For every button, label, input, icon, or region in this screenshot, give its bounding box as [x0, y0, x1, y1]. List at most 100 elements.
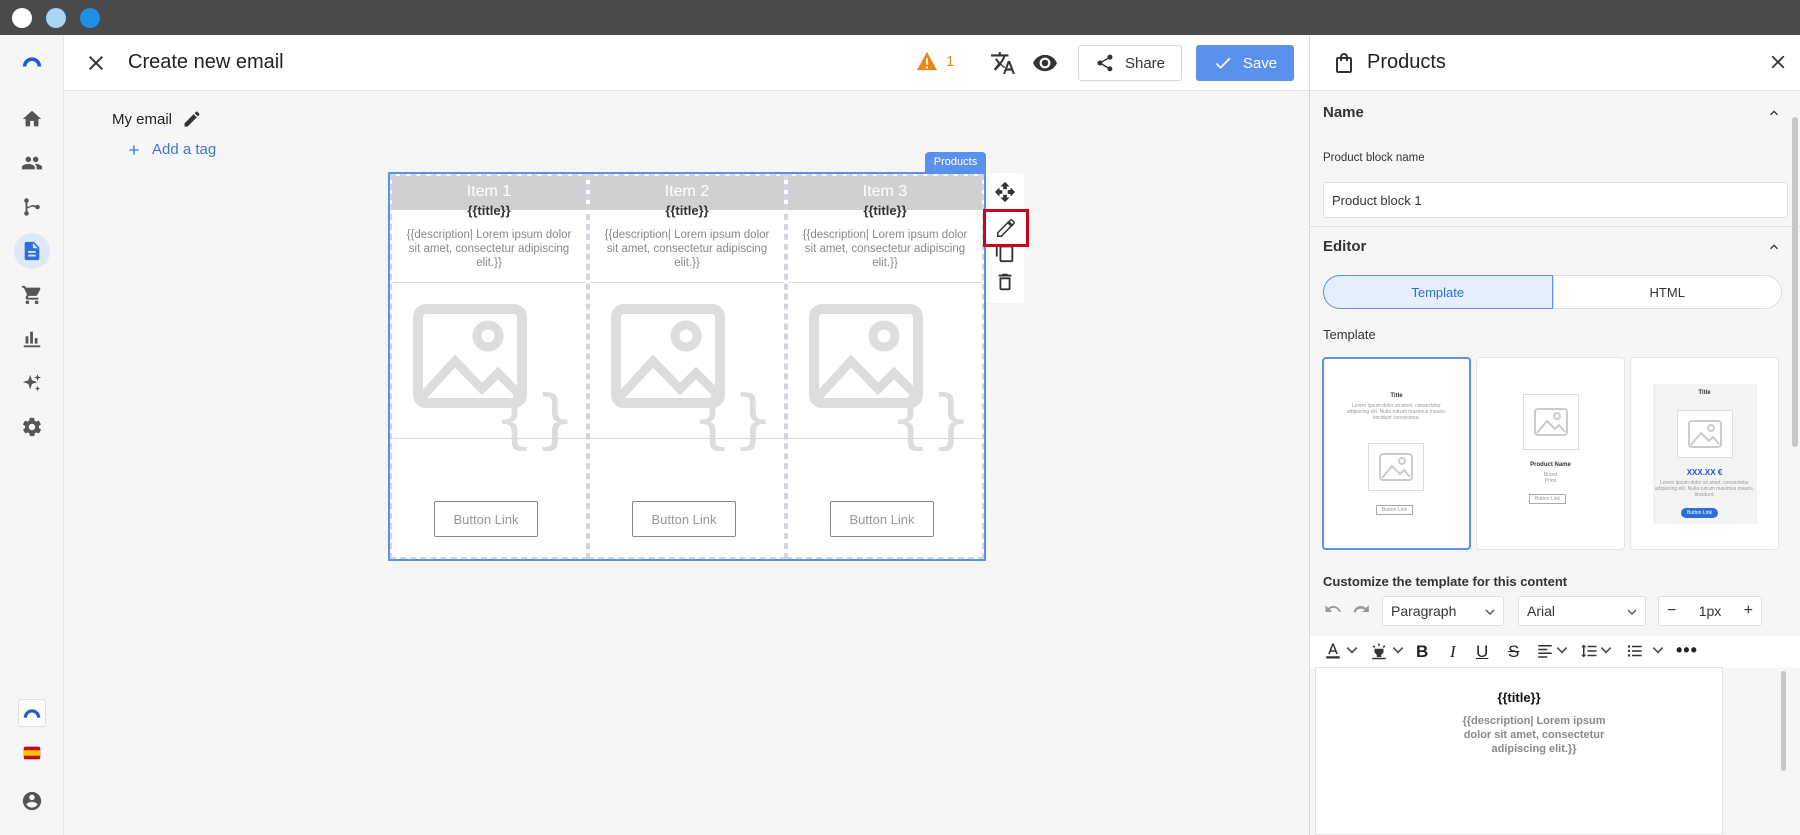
bullet-list-icon[interactable] [1626, 642, 1644, 660]
product-button-link[interactable]: Button Link [632, 501, 736, 537]
tab-html[interactable]: HTML [1552, 275, 1782, 309]
bold-icon[interactable]: B [1416, 642, 1428, 662]
product-column-1[interactable]: Item 1 {{title}} {{description| Lorem ip… [390, 174, 588, 559]
edit-pencil-icon [997, 219, 1015, 237]
save-button[interactable]: Save [1196, 45, 1294, 81]
font-family-select[interactable]: Arial [1518, 596, 1646, 626]
column-divider [590, 282, 784, 283]
tab-template[interactable]: Template [1323, 275, 1553, 309]
share-icon [1097, 54, 1113, 72]
ai-sparkle-icon[interactable] [18, 369, 46, 397]
product-button-link[interactable]: Button Link [830, 501, 934, 537]
panel-scrollbar[interactable] [1792, 117, 1798, 447]
close-editor-icon[interactable] [84, 51, 108, 75]
name-section-title[interactable]: Name [1323, 104, 1364, 121]
close-panel-icon[interactable] [1767, 51, 1789, 73]
collapse-editor-chevron-icon[interactable] [1766, 239, 1782, 255]
product-title-placeholder: {{title}} [467, 203, 511, 218]
line-height-icon[interactable] [1580, 642, 1598, 660]
font-size-value: 1px [1698, 603, 1722, 619]
undo-icon[interactable] [1324, 600, 1342, 618]
save-label: Save [1242, 54, 1278, 72]
campaigns-icon[interactable] [14, 233, 50, 269]
product-button-link[interactable]: Button Link [434, 501, 538, 537]
template-title: Title [1698, 390, 1711, 396]
home-icon[interactable] [18, 105, 46, 133]
chevron-down-icon[interactable] [1652, 644, 1664, 656]
products-settings-panel: Products Name Product block name Editor … [1309, 35, 1800, 835]
preview-eye-icon[interactable] [1032, 50, 1058, 76]
template-label: Template [1323, 327, 1376, 342]
template-option-2[interactable]: Product Name Brand Price Button Link [1476, 357, 1625, 550]
font-size-stepper[interactable]: − 1px + [1658, 596, 1762, 626]
move-arrows-icon[interactable] [994, 181, 1016, 203]
panel-title: Products [1367, 51, 1446, 73]
window-minimize-dot[interactable] [46, 8, 66, 28]
text-color-icon[interactable] [1324, 642, 1342, 660]
font-size-decrease-icon[interactable]: − [1667, 602, 1676, 620]
product-block-name-input[interactable] [1323, 182, 1788, 218]
product-title-placeholder: {{title}} [665, 203, 709, 218]
preview-title: {{title}} [1497, 690, 1541, 705]
shop-cart-icon[interactable] [18, 281, 46, 309]
delete-trash-icon[interactable] [994, 271, 1016, 293]
image-placeholder-icon [1523, 394, 1579, 450]
template-option-1[interactable]: Title Lorem ipsum dolor sit amet, consec… [1322, 357, 1471, 550]
user-account-icon[interactable] [18, 787, 46, 815]
check-icon [1215, 57, 1231, 69]
brand-mini-logo-icon[interactable] [18, 699, 46, 727]
email-name-text: My email [112, 110, 173, 128]
add-tag-link[interactable]: Add a tag [126, 141, 216, 158]
collapse-name-chevron-icon[interactable] [1766, 105, 1782, 121]
automation-icon[interactable] [18, 193, 46, 221]
editor-section-title[interactable]: Editor [1323, 238, 1366, 255]
chevron-down-icon[interactable] [1556, 644, 1568, 656]
edit-block-button[interactable] [983, 209, 1029, 247]
editor-header: Create new email 1 Share Save [64, 35, 1309, 91]
column-divider [392, 282, 586, 283]
rich-text-toolbar-row-1: Paragraph Arial − 1px + [1310, 596, 1800, 626]
chevron-down-icon[interactable] [1346, 644, 1358, 656]
image-placeholder-icon: {} [611, 304, 768, 451]
window-maximize-dot[interactable] [80, 8, 100, 28]
image-placeholder-icon: {} [413, 304, 570, 451]
template-price: XXX.XX € [1686, 468, 1723, 477]
template-option-3[interactable]: Title XXX.XX € Lorem ipsum dolor sit ame… [1630, 357, 1779, 550]
language-spain-flag-icon[interactable] [18, 739, 46, 767]
strikethrough-icon[interactable]: S [1508, 642, 1519, 662]
brand-logo-icon[interactable] [18, 47, 46, 75]
image-placeholder-icon [1368, 443, 1424, 491]
template-product-name: Product Name [1530, 462, 1571, 468]
preview-scrollbar[interactable] [1781, 671, 1786, 771]
contacts-icon[interactable] [18, 149, 46, 177]
highlight-color-icon[interactable] [1370, 642, 1388, 660]
template-preview[interactable]: {{title}} {{description| Lorem ipsum dol… [1315, 667, 1723, 835]
template-lorem: Lorem ipsum dolor sit amet, consectetur … [1346, 403, 1447, 421]
chevron-down-icon [1627, 609, 1637, 615]
redo-icon[interactable] [1352, 600, 1370, 618]
underline-icon[interactable]: U [1476, 642, 1488, 662]
warnings-indicator[interactable]: 1 [916, 51, 954, 71]
align-left-icon[interactable] [1536, 642, 1554, 660]
window-close-dot[interactable] [12, 8, 32, 28]
edit-name-pencil-icon[interactable] [182, 109, 202, 129]
template-button: Button Link [1681, 508, 1719, 518]
product-column-2[interactable]: Item 2 {{title}} {{description| Lorem ip… [588, 174, 786, 559]
chevron-down-icon[interactable] [1600, 644, 1612, 656]
font-size-increase-icon[interactable]: + [1744, 602, 1753, 620]
italic-icon[interactable]: I [1450, 642, 1456, 662]
paragraph-style-select[interactable]: Paragraph [1382, 596, 1504, 626]
product-column-3[interactable]: Item 3 {{title}} {{description| Lorem ip… [786, 174, 984, 559]
products-block[interactable]: Item 1 {{title}} {{description| Lorem ip… [388, 172, 986, 561]
chevron-down-icon[interactable] [1392, 644, 1404, 656]
more-options-icon[interactable]: ••• [1676, 640, 1698, 661]
template-title: Title [1390, 393, 1403, 399]
preview-description: {{description| Lorem ipsum dolor sit ame… [1462, 715, 1606, 755]
settings-gear-icon[interactable] [18, 413, 46, 441]
column-divider [788, 282, 982, 283]
warning-count: 1 [946, 52, 955, 70]
column-divider [788, 438, 982, 439]
share-button[interactable]: Share [1078, 45, 1182, 81]
reports-chart-icon[interactable] [18, 325, 46, 353]
translate-icon[interactable] [990, 50, 1016, 76]
